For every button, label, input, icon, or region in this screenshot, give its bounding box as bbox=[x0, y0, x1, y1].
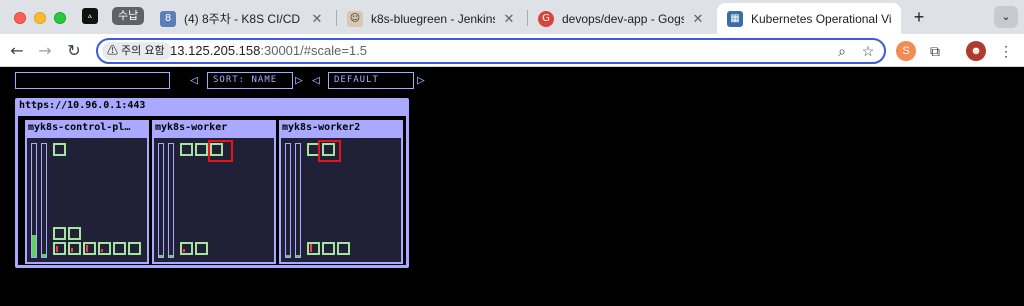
sort-next-arrow-icon[interactable]: ▷ bbox=[295, 72, 303, 89]
tab-strip: ⲁ 수납 8 (4) 8주차 - K8S CI/CD ✕ ☺ k8s-blueg… bbox=[0, 0, 1024, 34]
pod[interactable] bbox=[53, 242, 66, 255]
pod[interactable] bbox=[113, 242, 126, 255]
gogs-icon: G bbox=[538, 10, 554, 27]
node-body bbox=[281, 138, 401, 262]
memory-usage-bar bbox=[168, 143, 174, 258]
window-close-button[interactable] bbox=[14, 12, 26, 24]
cpu-usage-bar bbox=[158, 143, 164, 258]
pod[interactable] bbox=[53, 227, 66, 240]
highlight-box bbox=[208, 140, 233, 162]
cluster-url: https://10.96.0.1:443 bbox=[19, 100, 146, 111]
window-minimize-button[interactable] bbox=[34, 12, 46, 24]
node-name: myk8s-worker2 bbox=[282, 122, 361, 133]
memory-usage-bar bbox=[295, 143, 301, 258]
reload-icon[interactable]: ↻ bbox=[62, 39, 86, 63]
security-warning-label: 주의 요함 bbox=[121, 45, 165, 57]
zoom-icon[interactable]: ⌕ bbox=[832, 42, 852, 60]
extension-s-icon[interactable]: S bbox=[896, 41, 916, 61]
warning-triangle-icon: ⚠ bbox=[107, 45, 118, 57]
theme-selector[interactable]: DEFAULT bbox=[328, 72, 414, 89]
node-body bbox=[27, 138, 147, 262]
url-path: :30001/#scale=1.5 bbox=[260, 43, 367, 58]
profile-avatar[interactable]: ☻ bbox=[966, 41, 986, 61]
pod[interactable] bbox=[195, 143, 208, 156]
cpu-usage-bar bbox=[31, 143, 37, 258]
more-menu-icon[interactable]: ⋮ bbox=[996, 41, 1016, 61]
url-text[interactable]: 13.125.205.158:30001/#scale=1.5 bbox=[170, 43, 367, 58]
pod[interactable] bbox=[128, 242, 141, 255]
close-icon[interactable]: ✕ bbox=[309, 11, 325, 27]
node-worker[interactable]: myk8s-worker bbox=[152, 120, 276, 264]
theme-prev-arrow-icon[interactable]: ◁ bbox=[312, 72, 320, 89]
tab-k8s-cicd[interactable]: 8 (4) 8주차 - K8S CI/CD ✕ bbox=[150, 3, 335, 34]
argo-icon[interactable]: ⲁ bbox=[82, 8, 98, 24]
tab-kube-ops-view[interactable]: ▦ Kubernetes Operational View bbox=[717, 3, 901, 34]
pod[interactable] bbox=[83, 242, 96, 255]
jenkins-icon: ☺ bbox=[347, 10, 363, 27]
window-maximize-button[interactable] bbox=[54, 12, 66, 24]
tab-group-label[interactable]: 수납 bbox=[112, 7, 145, 25]
tab-title: k8s-bluegreen - Jenkins bbox=[371, 11, 495, 26]
cpu-usage-bar bbox=[285, 143, 291, 258]
pod[interactable] bbox=[337, 242, 350, 255]
tab-gogs[interactable]: G devops/dev-app - Gogs ✕ bbox=[528, 3, 716, 34]
url-host: 13.125.205.158 bbox=[170, 43, 261, 58]
pod[interactable] bbox=[68, 227, 81, 240]
pod[interactable] bbox=[180, 143, 193, 156]
sort-selector[interactable]: SORT: NAME bbox=[207, 72, 293, 89]
tab-search-button[interactable]: ⌄ bbox=[994, 6, 1018, 28]
forward-arrow-icon[interactable]: → bbox=[33, 39, 57, 63]
cluster-box[interactable]: https://10.96.0.1:443 myk8s-control-pl… … bbox=[15, 98, 409, 268]
kube-ops-view-icon: ▦ bbox=[727, 10, 743, 27]
address-bar[interactable]: ⚠ 주의 요함 13.125.205.158:30001/#scale=1.5 … bbox=[96, 38, 886, 64]
tab-title: (4) 8주차 - K8S CI/CD bbox=[184, 12, 301, 26]
sort-prev-arrow-icon[interactable]: ◁ bbox=[190, 72, 198, 89]
node-name: myk8s-control-pl… bbox=[28, 122, 131, 133]
notion-page-icon: 8 bbox=[160, 10, 176, 27]
tab-title: Kubernetes Operational View bbox=[751, 11, 891, 26]
node-body bbox=[154, 138, 274, 262]
node-name: myk8s-worker bbox=[155, 122, 228, 133]
bookmark-star-icon[interactable]: ☆ bbox=[858, 42, 878, 60]
pod[interactable] bbox=[307, 242, 320, 255]
close-icon[interactable]: ✕ bbox=[501, 11, 517, 27]
kube-ops-view: ◁ SORT: NAME ▷ ◁ DEFAULT ▷ https://10.96… bbox=[0, 68, 1024, 306]
node-worker2[interactable]: myk8s-worker2 bbox=[279, 120, 403, 264]
pod[interactable] bbox=[98, 242, 111, 255]
pod[interactable] bbox=[195, 242, 208, 255]
node-control-plane[interactable]: myk8s-control-pl… bbox=[25, 120, 149, 264]
tab-jenkins[interactable]: ☺ k8s-bluegreen - Jenkins ✕ bbox=[337, 3, 527, 34]
highlight-box bbox=[318, 140, 341, 162]
theme-next-arrow-icon[interactable]: ▷ bbox=[417, 72, 425, 89]
tab-title: devops/dev-app - Gogs bbox=[562, 11, 684, 26]
security-warning-chip[interactable]: ⚠ 주의 요함 bbox=[102, 42, 172, 60]
memory-usage-bar bbox=[41, 143, 47, 258]
extensions-puzzle-icon[interactable]: ⧉ bbox=[925, 41, 945, 61]
back-arrow-icon[interactable]: ← bbox=[5, 39, 29, 63]
browser-toolbar: ← → ↻ ⚠ 주의 요함 13.125.205.158:30001/#scal… bbox=[0, 34, 1024, 67]
pod[interactable] bbox=[322, 242, 335, 255]
pod[interactable] bbox=[53, 143, 66, 156]
close-icon[interactable]: ✕ bbox=[690, 11, 706, 27]
new-tab-button[interactable]: + bbox=[908, 6, 930, 28]
pod[interactable] bbox=[180, 242, 193, 255]
pod[interactable] bbox=[68, 242, 81, 255]
filter-input[interactable] bbox=[15, 72, 170, 89]
